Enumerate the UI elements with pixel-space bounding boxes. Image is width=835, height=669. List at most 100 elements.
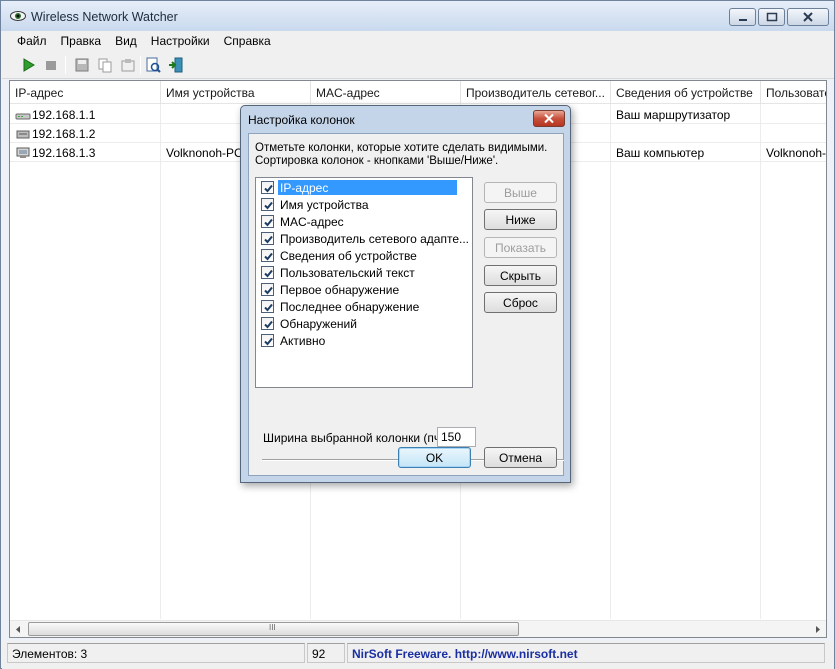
checkmark-icon (264, 320, 273, 329)
list-header: IP-адрес Имя устройства MAC-адрес Произв… (10, 81, 826, 104)
checkmark-icon (264, 184, 273, 193)
column-label: MAC-адрес (280, 215, 344, 229)
report-icon[interactable] (144, 56, 162, 74)
grid-line (760, 104, 761, 619)
column-item-first-seen[interactable]: Первое обнаружение (261, 281, 469, 298)
column-label: Сведения об устройстве (280, 249, 417, 263)
column-checkbox[interactable] (261, 215, 274, 228)
nirsoft-link[interactable]: NirSoft Freeware. http://www.nirsoft.net (347, 643, 825, 663)
minimize-button[interactable] (729, 8, 756, 26)
column-label: Производитель сетевого адапте... (280, 232, 469, 246)
computer-icon (16, 147, 30, 158)
column-checkbox[interactable] (261, 334, 274, 347)
grid-line (610, 104, 611, 619)
column-item-device-info[interactable]: Сведения об устройстве (261, 247, 469, 264)
grid-line (160, 104, 161, 619)
column-checkbox[interactable] (261, 266, 274, 279)
column-width-input[interactable]: 150 (437, 427, 476, 447)
column-checkbox[interactable] (261, 249, 274, 262)
row-ip: 192.168.1.1 (32, 108, 96, 122)
maximize-button[interactable] (758, 8, 785, 26)
close-icon (803, 12, 813, 22)
column-label: Первое обнаружение (280, 283, 400, 297)
checkmark-icon (264, 252, 273, 261)
title-bar[interactable]: Wireless Network Watcher (1, 1, 834, 31)
eye-icon (10, 11, 26, 21)
play-icon[interactable] (19, 56, 37, 74)
reset-button[interactable]: Сброс (484, 292, 557, 313)
column-header-mac[interactable]: MAC-адрес (311, 81, 461, 104)
column-checklist[interactable]: IP-адрес Имя устройства MAC-адрес Произв… (255, 177, 473, 388)
scroll-left-icon[interactable] (10, 621, 27, 638)
exit-icon[interactable] (167, 56, 185, 74)
menu-settings[interactable]: Настройки (144, 31, 217, 51)
router-icon (15, 113, 31, 120)
scroll-thumb[interactable]: III (28, 622, 519, 636)
checkmark-icon (264, 218, 273, 227)
column-header-vendor[interactable]: Производитель сетевог... (461, 81, 611, 104)
toolbar (2, 51, 834, 79)
column-label: Последнее обнаружение (280, 300, 420, 314)
checkmark-icon (264, 235, 273, 244)
move-down-button[interactable]: Ниже (484, 209, 557, 230)
toolbar-separator (140, 56, 141, 74)
close-button[interactable] (787, 8, 829, 26)
menu-help[interactable]: Справка (217, 31, 278, 51)
status-number: 92 (307, 643, 345, 663)
scroll-grip: III (269, 623, 276, 632)
hint-line-2: Сортировка колонок - кнопками 'Выше/Ниже… (255, 155, 499, 167)
column-item-last-seen[interactable]: Последнее обнаружение (261, 298, 469, 315)
save-icon[interactable] (73, 56, 91, 74)
column-checkbox[interactable] (261, 317, 274, 330)
cell-ip: 192.168.1.2 (10, 124, 160, 143)
move-up-button[interactable]: Выше (484, 182, 557, 203)
column-label: Имя устройства (280, 198, 369, 212)
menu-edit[interactable]: Правка (54, 31, 109, 51)
column-width-label: Ширина выбранной колонки (пчк) (263, 431, 450, 445)
column-header-user-text[interactable]: Пользовате (761, 81, 826, 104)
column-label: IP-адрес (278, 180, 457, 195)
menu-file[interactable]: Файл (8, 31, 54, 51)
column-item-device-name[interactable]: Имя устройства (261, 196, 469, 213)
window-controls (729, 8, 829, 26)
column-item-vendor[interactable]: Производитель сетевого адапте... (261, 230, 469, 247)
window-title: Wireless Network Watcher (31, 10, 178, 24)
checkmark-icon (264, 337, 273, 346)
column-header-device-name[interactable]: Имя устройства (161, 81, 311, 104)
stop-icon[interactable] (42, 56, 60, 74)
copy-icon[interactable] (96, 56, 114, 74)
row-ip: 192.168.1.3 (32, 146, 96, 160)
column-label: Обнаружений (280, 317, 357, 331)
cell-device-info: Ваш компьютер (616, 146, 705, 160)
menu-bar: Файл Правка Вид Настройки Справка (2, 31, 834, 51)
cell-ip: 192.168.1.1 (10, 105, 160, 124)
column-label: Активно (280, 334, 326, 348)
hint-line-1: Отметьте колонки, которые хотите сделать… (255, 142, 548, 154)
column-item-active[interactable]: Активно (261, 332, 469, 349)
column-checkbox[interactable] (261, 283, 274, 296)
column-item-mac[interactable]: MAC-адрес (261, 213, 469, 230)
column-header-ip[interactable]: IP-адрес (10, 81, 161, 104)
column-checkbox[interactable] (261, 300, 274, 313)
maximize-icon (766, 12, 778, 22)
scroll-right-icon[interactable] (809, 621, 826, 638)
dialog-body: Отметьте колонки, которые хотите сделать… (248, 133, 564, 476)
column-checkbox[interactable] (261, 181, 274, 194)
column-label: Пользовательский текст (280, 266, 415, 280)
cancel-button[interactable]: Отмена (484, 447, 557, 468)
column-checkbox[interactable] (261, 198, 274, 211)
cell-ip: 192.168.1.3 (10, 143, 160, 162)
hide-button[interactable]: Скрыть (484, 265, 557, 286)
column-item-ip[interactable]: IP-адрес (261, 179, 469, 196)
menu-view[interactable]: Вид (108, 31, 144, 51)
column-item-detections[interactable]: Обнаружений (261, 315, 469, 332)
ok-button[interactable]: OK (398, 447, 471, 468)
properties-icon[interactable] (119, 56, 137, 74)
show-button[interactable]: Показать (484, 237, 557, 258)
column-header-device-info[interactable]: Сведения об устройстве (611, 81, 761, 104)
horizontal-scrollbar[interactable]: III (10, 620, 826, 637)
minimize-icon (739, 19, 747, 21)
dialog-close-button[interactable] (533, 110, 565, 127)
column-checkbox[interactable] (261, 232, 274, 245)
column-item-user-text[interactable]: Пользовательский текст (261, 264, 469, 281)
